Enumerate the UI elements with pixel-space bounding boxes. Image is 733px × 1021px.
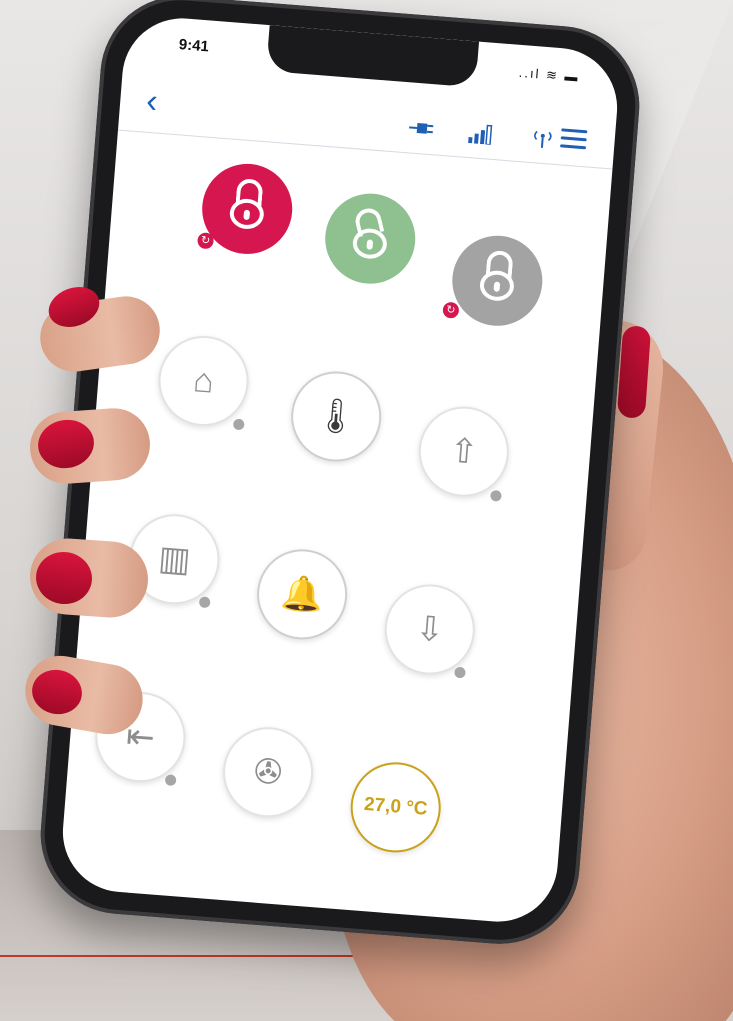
status-dot [232, 418, 245, 431]
thermometer-icon: 🌡 [313, 395, 360, 438]
alarm-tile[interactable]: 🔔 [253, 546, 351, 643]
lock-open-icon [351, 205, 389, 260]
status-time: 9:41 [178, 36, 210, 56]
temperature-value: 27,0 °C [363, 793, 429, 820]
phone-notch [266, 25, 480, 88]
phone-screen: 9:41 ..ıl ≋ ▬ ‹ ↻ ↻ ⌂ 🌡 ⇧ ▥ 🔔 ⇩ ⇤ ✇ 27,0… [58, 13, 622, 927]
wifi-icon: ≋ [545, 66, 560, 83]
bell-icon: 🔔 [279, 573, 325, 616]
shutter-down-icon: ⇩ [414, 609, 446, 650]
status-dot [198, 596, 211, 609]
thermostat-tile[interactable]: 🌡 [287, 368, 385, 465]
sync-badge-icon: ↻ [442, 301, 460, 319]
battery-icon: ▬ [564, 68, 581, 85]
app-toolbar: ‹ [117, 69, 618, 170]
fan-icon: ✇ [252, 752, 284, 793]
garage-tile[interactable]: ⌂ [155, 332, 252, 430]
status-dot [490, 489, 502, 502]
lock-closed-icon [228, 178, 266, 231]
back-button[interactable]: ‹ [145, 82, 159, 121]
temperature-tile[interactable]: 27,0 °C [347, 759, 445, 856]
shutter-up-tile[interactable]: ⇧ [415, 403, 513, 501]
sync-badge-icon: ↻ [196, 232, 215, 250]
garage-door-icon: ⌂ [191, 361, 216, 401]
signal-bars-icon[interactable] [468, 123, 496, 150]
fan-tile[interactable]: ✇ [219, 723, 317, 821]
lock-gray-tile[interactable] [448, 232, 546, 330]
cell-signal-icon: ..ıl [518, 64, 542, 82]
lock-gray-icon [478, 249, 516, 303]
menu-icon[interactable] [559, 128, 588, 150]
shutter-up-icon: ⇧ [448, 431, 480, 472]
antenna-icon[interactable] [527, 128, 557, 155]
status-dot [454, 666, 466, 679]
shutter-down-tile[interactable]: ⇩ [381, 581, 479, 678]
status-icons: ..ıl ≋ ▬ [518, 65, 580, 86]
gate-icon: ▥ [156, 539, 192, 580]
status-dot [164, 774, 177, 787]
lock-open-tile[interactable] [321, 190, 419, 288]
plug-icon[interactable] [408, 118, 436, 143]
